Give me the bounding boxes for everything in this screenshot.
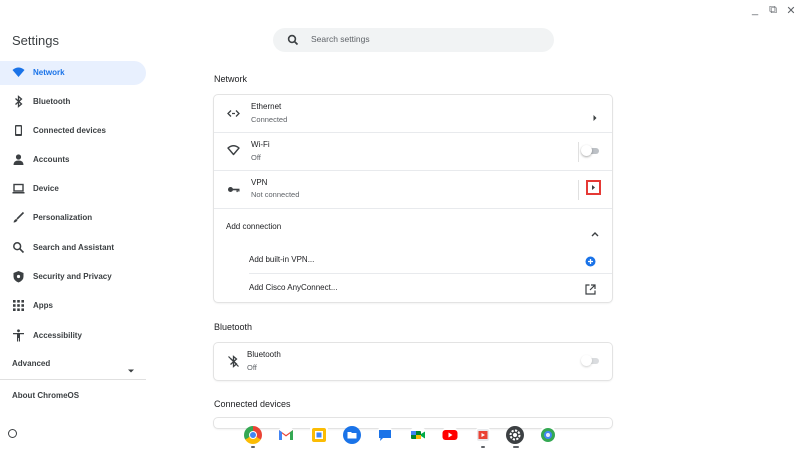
vertical-divider	[578, 142, 579, 162]
bluetooth-status: Off	[247, 363, 257, 372]
laptop-icon	[12, 182, 25, 195]
sidebar-item-label: Accounts	[33, 155, 70, 164]
wifi-toggle[interactable]	[581, 145, 601, 157]
wifi-row[interactable]: Wi-Fi Off	[214, 133, 612, 170]
sidebar-item-about[interactable]: About ChromeOS	[0, 384, 146, 408]
ethernet-row[interactable]: Ethernet Connected	[214, 95, 612, 132]
app-title: Settings	[12, 33, 59, 48]
add-builtin-vpn-label: Add built-in VPN...	[249, 255, 315, 264]
add-connection-label: Add connection	[226, 222, 282, 231]
sidebar-item-label: Personalization	[33, 213, 93, 222]
camera-icon[interactable]	[539, 426, 557, 444]
youtube-icon[interactable]	[441, 426, 459, 444]
chevron-down-icon	[127, 361, 135, 379]
add-cisco-row[interactable]: Add Cisco AnyConnect...	[214, 274, 612, 302]
sidebar-divider	[0, 379, 146, 380]
bluetooth-off-icon	[227, 355, 240, 368]
docs-icon[interactable]	[310, 426, 328, 444]
chevron-right-icon[interactable]	[592, 109, 598, 127]
ethernet-icon	[227, 107, 240, 120]
sidebar-item-label: Device	[33, 184, 59, 193]
shield-icon	[12, 270, 25, 283]
sidebar-item-search-and-assistant[interactable]: Search and Assistant	[0, 236, 146, 260]
brush-icon	[12, 211, 25, 224]
key-icon	[227, 183, 240, 196]
connected-devices-section-title: Connected devices	[214, 399, 291, 409]
sidebar-item-connected-devices[interactable]: Connected devices	[0, 119, 146, 143]
settings-gear-icon[interactable]	[506, 426, 524, 444]
open-external-icon[interactable]	[585, 282, 596, 300]
network-section-title: Network	[214, 74, 248, 84]
minimize-button[interactable]: _	[748, 4, 762, 16]
apps-grid-icon	[12, 299, 25, 312]
ethernet-status: Connected	[251, 115, 288, 124]
bluetooth-toggle[interactable]	[581, 355, 601, 367]
wifi-icon	[12, 66, 25, 79]
sidebar-item-accounts[interactable]: Accounts	[0, 148, 146, 172]
search-bar[interactable]: Search settings	[273, 28, 554, 52]
meet-icon[interactable]	[409, 426, 427, 444]
wifi-status: Off	[251, 153, 261, 162]
sidebar-item-accessibility[interactable]: Accessibility	[0, 324, 146, 348]
add-builtin-vpn-row[interactable]: Add built-in VPN...	[214, 246, 612, 273]
bluetooth-title: Bluetooth	[247, 350, 281, 359]
advanced-label: Advanced	[12, 359, 51, 368]
vpn-title: VPN	[251, 178, 268, 187]
vpn-row[interactable]: VPN Not connected	[214, 171, 612, 208]
vpn-expand-button[interactable]	[586, 180, 601, 195]
bluetooth-section-title: Bluetooth	[214, 322, 253, 332]
sidebar-item-advanced[interactable]: Advanced	[0, 352, 146, 376]
person-icon	[12, 153, 25, 166]
bluetooth-icon	[12, 95, 25, 108]
active-indicator	[513, 446, 519, 448]
accessibility-icon	[12, 329, 25, 342]
vertical-divider	[578, 180, 579, 200]
sidebar-item-label: Bluetooth	[33, 97, 71, 106]
sidebar-item-network[interactable]: Network	[0, 61, 146, 85]
search-icon	[12, 241, 25, 254]
add-connection-row[interactable]: Add connection	[214, 209, 612, 246]
phone-icon	[12, 124, 25, 137]
sidebar-item-label: Apps	[33, 301, 53, 310]
shelf	[0, 420, 800, 449]
sidebar-item-apps[interactable]: Apps	[0, 294, 146, 318]
files-icon[interactable]	[343, 426, 361, 444]
restore-button[interactable]: ⧉	[766, 4, 780, 17]
gmail-icon[interactable]	[277, 426, 295, 444]
about-label: About ChromeOS	[12, 391, 80, 400]
sidebar-item-label: Search and Assistant	[33, 243, 115, 252]
wifi-title: Wi-Fi	[251, 140, 270, 149]
sidebar-item-security-and-privacy[interactable]: Security and Privacy	[0, 265, 146, 289]
sidebar-item-label: Network	[33, 68, 65, 77]
play-movies-icon[interactable]	[474, 426, 492, 444]
bluetooth-row[interactable]: Bluetooth Off	[214, 343, 612, 380]
close-button[interactable]: ✕	[784, 4, 798, 17]
messages-icon[interactable]	[376, 426, 394, 444]
vpn-status: Not connected	[251, 190, 300, 199]
network-card: Ethernet Connected Wi-Fi Off VPN Not con…	[214, 95, 612, 302]
wifi-outline-icon	[227, 144, 240, 157]
launcher-button[interactable]	[8, 429, 17, 438]
search-icon	[287, 33, 299, 51]
bluetooth-card: Bluetooth Off	[214, 343, 612, 380]
sidebar-item-label: Accessibility	[33, 331, 82, 340]
sidebar-item-device[interactable]: Device	[0, 177, 146, 201]
chrome-icon[interactable]	[244, 426, 262, 444]
running-indicator	[251, 446, 255, 448]
running-indicator	[481, 446, 485, 448]
search-input[interactable]: Search settings	[311, 34, 370, 44]
add-cisco-label: Add Cisco AnyConnect...	[249, 283, 338, 292]
sidebar-item-label: Security and Privacy	[33, 272, 112, 281]
sidebar-item-bluetooth[interactable]: Bluetooth	[0, 90, 146, 114]
add-circle-icon[interactable]	[585, 254, 596, 272]
chevron-up-icon[interactable]	[591, 224, 599, 242]
sidebar-item-label: Connected devices	[33, 126, 106, 135]
sidebar-item-personalization[interactable]: Personalization	[0, 206, 146, 230]
ethernet-title: Ethernet	[251, 102, 282, 111]
